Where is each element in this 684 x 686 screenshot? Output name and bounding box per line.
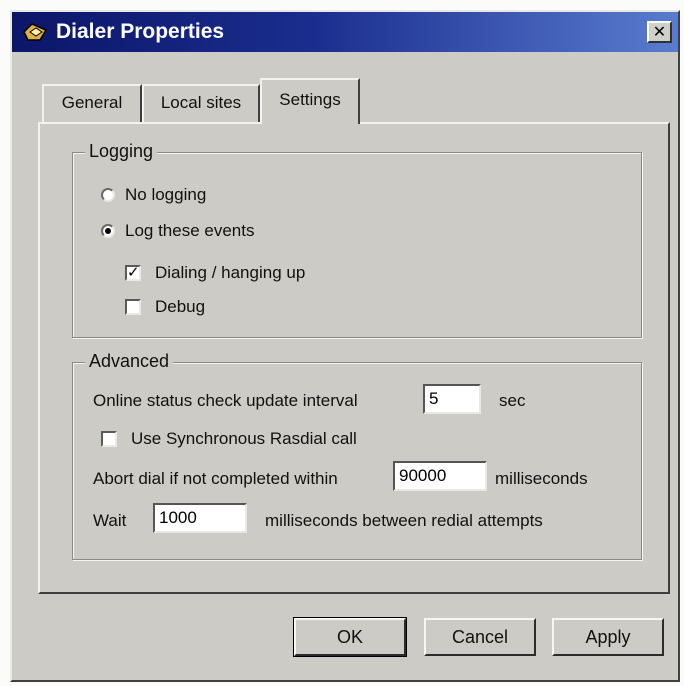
- dialing-label: Dialing / hanging up: [155, 263, 306, 282]
- window-title: Dialer Properties: [56, 20, 225, 43]
- cancel-button[interactable]: Cancel: [424, 618, 536, 656]
- ok-button[interactable]: OK: [293, 617, 407, 657]
- dialog-window: Dialer Properties ✕ General Local sites …: [10, 10, 680, 682]
- dialer-app-icon: [22, 20, 48, 44]
- no-logging-label: No logging: [125, 185, 207, 204]
- radio-unselected-icon[interactable]: [101, 188, 115, 202]
- wait-suffix: milliseconds between redial attempts: [265, 511, 543, 530]
- tab-settings[interactable]: Settings: [260, 78, 360, 124]
- online-status-input[interactable]: 5: [423, 384, 481, 414]
- online-status-unit: sec: [499, 391, 526, 410]
- abort-timeout-input[interactable]: 90000: [393, 461, 487, 491]
- wait-input[interactable]: 1000: [153, 503, 247, 533]
- close-icon: ✕: [652, 22, 667, 41]
- apply-button[interactable]: Apply: [552, 618, 664, 656]
- tab-general[interactable]: General: [42, 84, 142, 122]
- abort-unit: milliseconds: [495, 469, 588, 488]
- debug-label: Debug: [155, 297, 206, 316]
- logging-group: Logging No logging Log these events ✓ Di…: [72, 141, 642, 338]
- settings-tab-panel: Logging No logging Log these events ✓ Di…: [38, 122, 670, 594]
- title-bar[interactable]: Dialer Properties ✕: [12, 12, 678, 52]
- sync-rasdial-checkbox[interactable]: [101, 431, 117, 447]
- online-status-label: Online status check update interval: [93, 391, 358, 410]
- check-mark-icon: ✓: [127, 263, 140, 281]
- advanced-legend: Advanced: [85, 351, 174, 372]
- log-events-label: Log these events: [125, 221, 255, 240]
- dialing-checkbox[interactable]: ✓: [125, 263, 141, 281]
- advanced-group: Advanced Online status check update inte…: [72, 351, 642, 560]
- tab-local-sites[interactable]: Local sites: [142, 84, 260, 122]
- wait-label: Wait: [93, 511, 127, 530]
- debug-checkbox[interactable]: [125, 299, 141, 315]
- close-button[interactable]: ✕: [647, 21, 672, 43]
- logging-legend: Logging: [85, 141, 158, 162]
- radio-selected-icon[interactable]: [101, 224, 115, 238]
- abort-label: Abort dial if not completed within: [93, 469, 338, 488]
- sync-rasdial-label: Use Synchronous Rasdial call: [131, 429, 357, 448]
